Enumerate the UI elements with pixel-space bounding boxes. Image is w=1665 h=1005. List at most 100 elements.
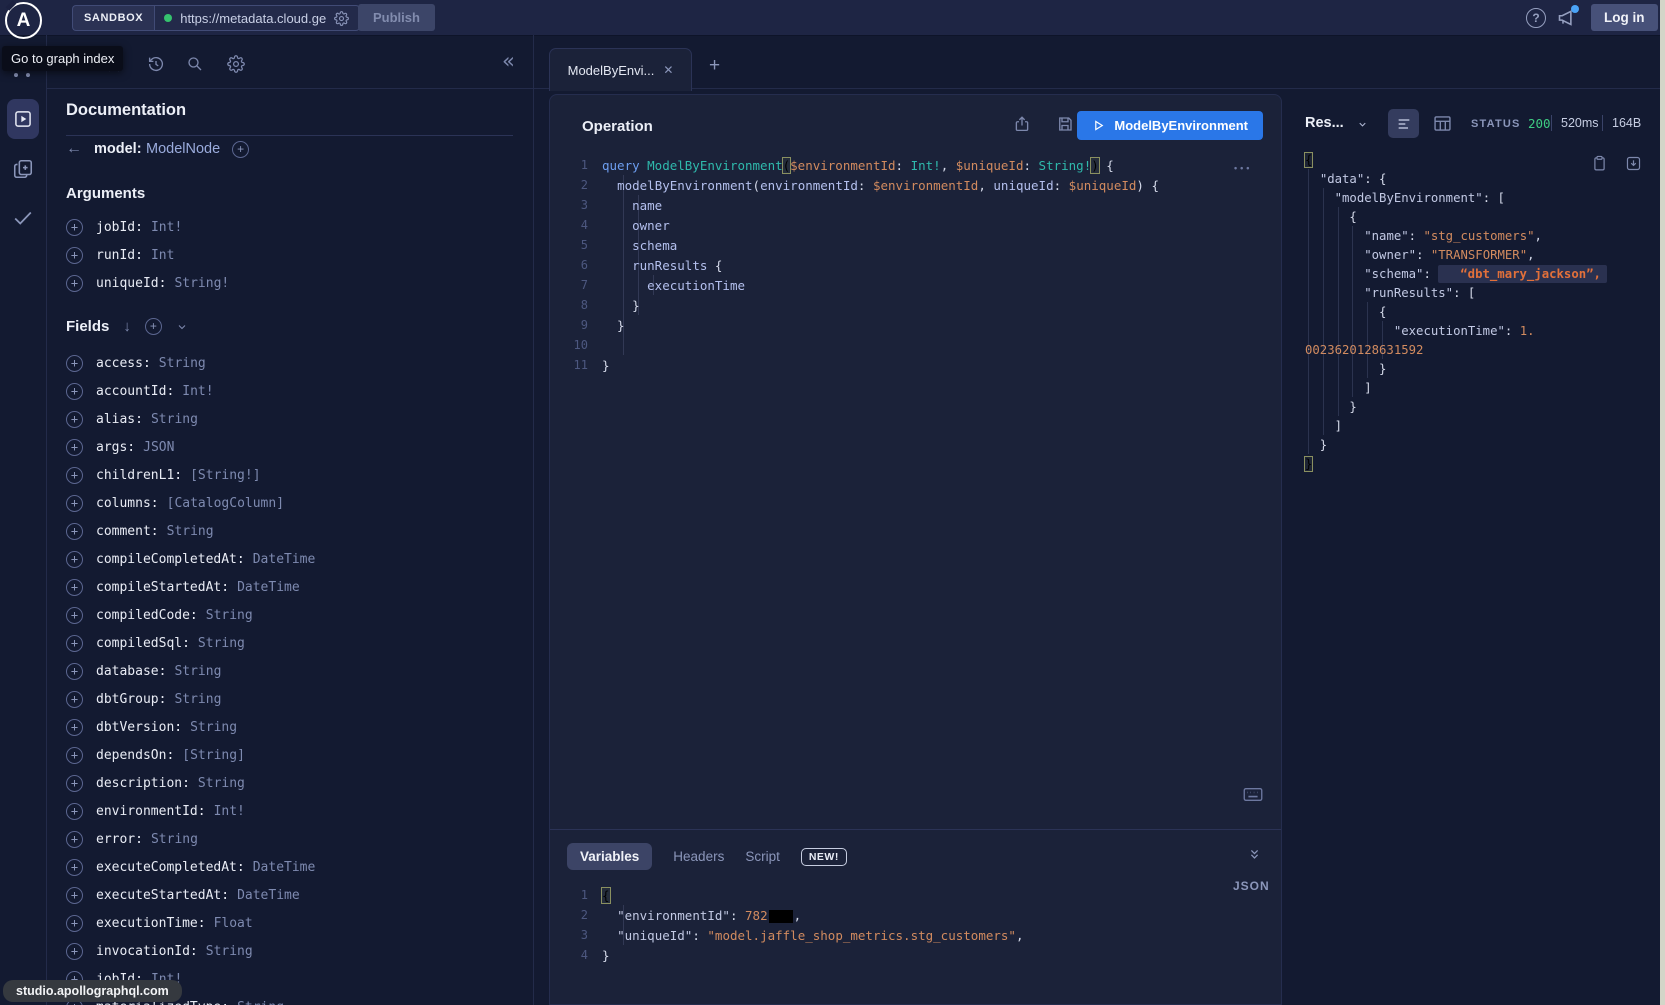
collapse-panel-icon[interactable]: « — [502, 49, 515, 73]
doc-field-row[interactable]: +description:String — [66, 769, 533, 797]
close-tab-icon[interactable]: ✕ — [663, 63, 673, 77]
add-field-icon[interactable]: + — [66, 551, 83, 568]
doc-field-row[interactable]: +dependsOn:[String] — [66, 741, 533, 769]
explorer-settings-gear-icon[interactable] — [227, 55, 245, 73]
add-field-icon[interactable]: + — [66, 275, 83, 292]
code-line: 5 schema — [550, 235, 1281, 255]
doc-field-name[interactable]: model: — [94, 141, 142, 157]
collapse-bottom-panel-icon[interactable] — [1247, 847, 1262, 862]
graph-ref[interactable]: SANDBOX https://metadata.cloud.getd — [72, 5, 360, 31]
browser-scrollbar[interactable] — [1660, 0, 1665, 1005]
doc-field-row[interactable]: +alias:String — [66, 405, 533, 433]
variables-editor[interactable]: 1{2 "environmentId": 782,3 "uniqueId": "… — [550, 885, 1281, 965]
response-title[interactable]: Res... — [1305, 115, 1344, 131]
add-field-icon[interactable]: + — [66, 775, 83, 792]
operation-editor[interactable]: 1query ModelByEnvironment($environmentId… — [550, 155, 1281, 375]
doc-field-row[interactable]: +database:String — [66, 657, 533, 685]
run-operation-button[interactable]: ModelByEnvironment — [1077, 111, 1263, 140]
doc-field-row[interactable]: +compileStartedAt:DateTime — [66, 573, 533, 601]
doc-field-row[interactable]: +environmentId:Int! — [66, 797, 533, 825]
doc-field-row[interactable]: +compiledCode:String — [66, 601, 533, 629]
add-field-icon[interactable]: + — [232, 141, 249, 158]
response-dropdown-chevron-icon[interactable] — [1357, 119, 1368, 130]
add-field-icon[interactable]: + — [66, 747, 83, 764]
add-field-icon[interactable]: + — [66, 663, 83, 680]
chevron-down-icon[interactable] — [176, 321, 188, 333]
tab-headers[interactable]: Headers — [673, 849, 724, 864]
doc-field-row[interactable]: +dbtVersion:String — [66, 713, 533, 741]
doc-field-row[interactable]: +executeStartedAt:DateTime — [66, 881, 533, 909]
code-line: "executionTime": 1. — [1305, 321, 1660, 340]
help-button[interactable]: ? — [1526, 8, 1546, 28]
save-icon[interactable] — [1056, 115, 1074, 133]
add-field-icon[interactable]: + — [66, 803, 83, 820]
endpoint-url-box[interactable]: https://metadata.cloud.getd — [154, 5, 360, 31]
doc-field-row[interactable]: +compileCompletedAt:DateTime — [66, 545, 533, 573]
back-arrow-icon[interactable]: ← — [66, 140, 82, 158]
apollo-logo[interactable]: A — [5, 2, 42, 39]
add-field-icon[interactable]: + — [66, 691, 83, 708]
add-field-icon[interactable]: + — [66, 219, 83, 236]
tab-script[interactable]: Script — [745, 849, 780, 864]
response-table-view-toggle[interactable] — [1432, 113, 1453, 134]
add-field-icon[interactable]: + — [66, 719, 83, 736]
add-field-icon[interactable]: + — [66, 915, 83, 932]
add-field-icon[interactable]: + — [66, 607, 83, 624]
doc-field-row[interactable]: +runId:Int — [66, 241, 533, 269]
add-field-icon[interactable]: + — [66, 831, 83, 848]
top-bar: SANDBOX https://metadata.cloud.getd Publ… — [0, 0, 1665, 36]
endpoint-url[interactable]: https://metadata.cloud.getd — [180, 11, 326, 26]
field-type: DateTime — [237, 580, 300, 595]
doc-field-row[interactable]: +access:String — [66, 349, 533, 377]
add-field-icon[interactable]: + — [66, 523, 83, 540]
doc-field-row[interactable]: +invocationId:String — [66, 937, 533, 965]
operation-collections-nav-item[interactable] — [12, 158, 34, 180]
add-field-icon[interactable]: + — [66, 247, 83, 264]
doc-field-row[interactable]: +error:String — [66, 825, 533, 853]
fields-list: +access:String+accountId:Int!+alias:Stri… — [66, 349, 533, 1005]
sort-down-icon[interactable]: ↓ — [123, 318, 131, 335]
share-icon[interactable] — [1013, 115, 1031, 133]
explorer-nav-item[interactable] — [7, 99, 39, 139]
doc-field-row[interactable]: +dbtGroup:String — [66, 685, 533, 713]
code-line: 1query ModelByEnvironment($environmentId… — [550, 155, 1281, 175]
doc-field-row[interactable]: +executionTime:Float — [66, 909, 533, 937]
doc-field-row[interactable]: +jobId:Int! — [66, 213, 533, 241]
add-all-fields-icon[interactable]: + — [145, 318, 162, 335]
field-name: dbtGroup: — [96, 692, 166, 707]
operation-tab[interactable]: ModelByEnvi... ✕ — [549, 48, 692, 91]
add-field-icon[interactable]: + — [66, 383, 83, 400]
new-tab-button[interactable]: + — [709, 55, 720, 77]
add-field-icon[interactable]: + — [66, 635, 83, 652]
response-json-view-toggle[interactable] — [1388, 109, 1419, 138]
add-field-icon[interactable]: + — [66, 467, 83, 484]
keyboard-shortcuts-icon[interactable] — [1243, 787, 1263, 802]
add-field-icon[interactable]: + — [66, 495, 83, 512]
search-icon[interactable] — [186, 55, 204, 73]
doc-field-row[interactable]: +uniqueId:String! — [66, 269, 533, 297]
add-field-icon[interactable]: + — [66, 887, 83, 904]
tab-variables[interactable]: Variables — [567, 843, 652, 870]
doc-field-row[interactable]: +columns:[CatalogColumn] — [66, 489, 533, 517]
add-field-icon[interactable]: + — [66, 411, 83, 428]
doc-field-type[interactable]: ModelNode — [146, 141, 220, 157]
doc-field-row[interactable]: +executeCompletedAt:DateTime — [66, 853, 533, 881]
publish-button[interactable]: Publish — [358, 4, 435, 31]
response-panel: Res... STATUS 200 520ms 164B { "data": {… — [1285, 35, 1660, 1005]
field-name: error: — [96, 832, 143, 847]
add-field-icon[interactable]: + — [66, 355, 83, 372]
add-field-icon[interactable]: + — [66, 579, 83, 596]
connection-settings-gear-icon[interactable] — [334, 11, 349, 26]
add-field-icon[interactable]: + — [66, 943, 83, 960]
doc-field-row[interactable]: +childrenL1:[String!] — [66, 461, 533, 489]
history-icon[interactable] — [147, 55, 165, 73]
doc-field-row[interactable]: +accountId:Int! — [66, 377, 533, 405]
doc-field-row[interactable]: +comment:String — [66, 517, 533, 545]
doc-field-row[interactable]: +args:JSON — [66, 433, 533, 461]
checklist-nav-item[interactable] — [12, 207, 34, 229]
add-field-icon[interactable]: + — [66, 859, 83, 876]
add-field-icon[interactable]: + — [66, 439, 83, 456]
doc-field-row[interactable]: +compiledSql:String — [66, 629, 533, 657]
log-in-button[interactable]: Log in — [1591, 4, 1658, 31]
announcements-megaphone-icon[interactable] — [1556, 7, 1577, 28]
